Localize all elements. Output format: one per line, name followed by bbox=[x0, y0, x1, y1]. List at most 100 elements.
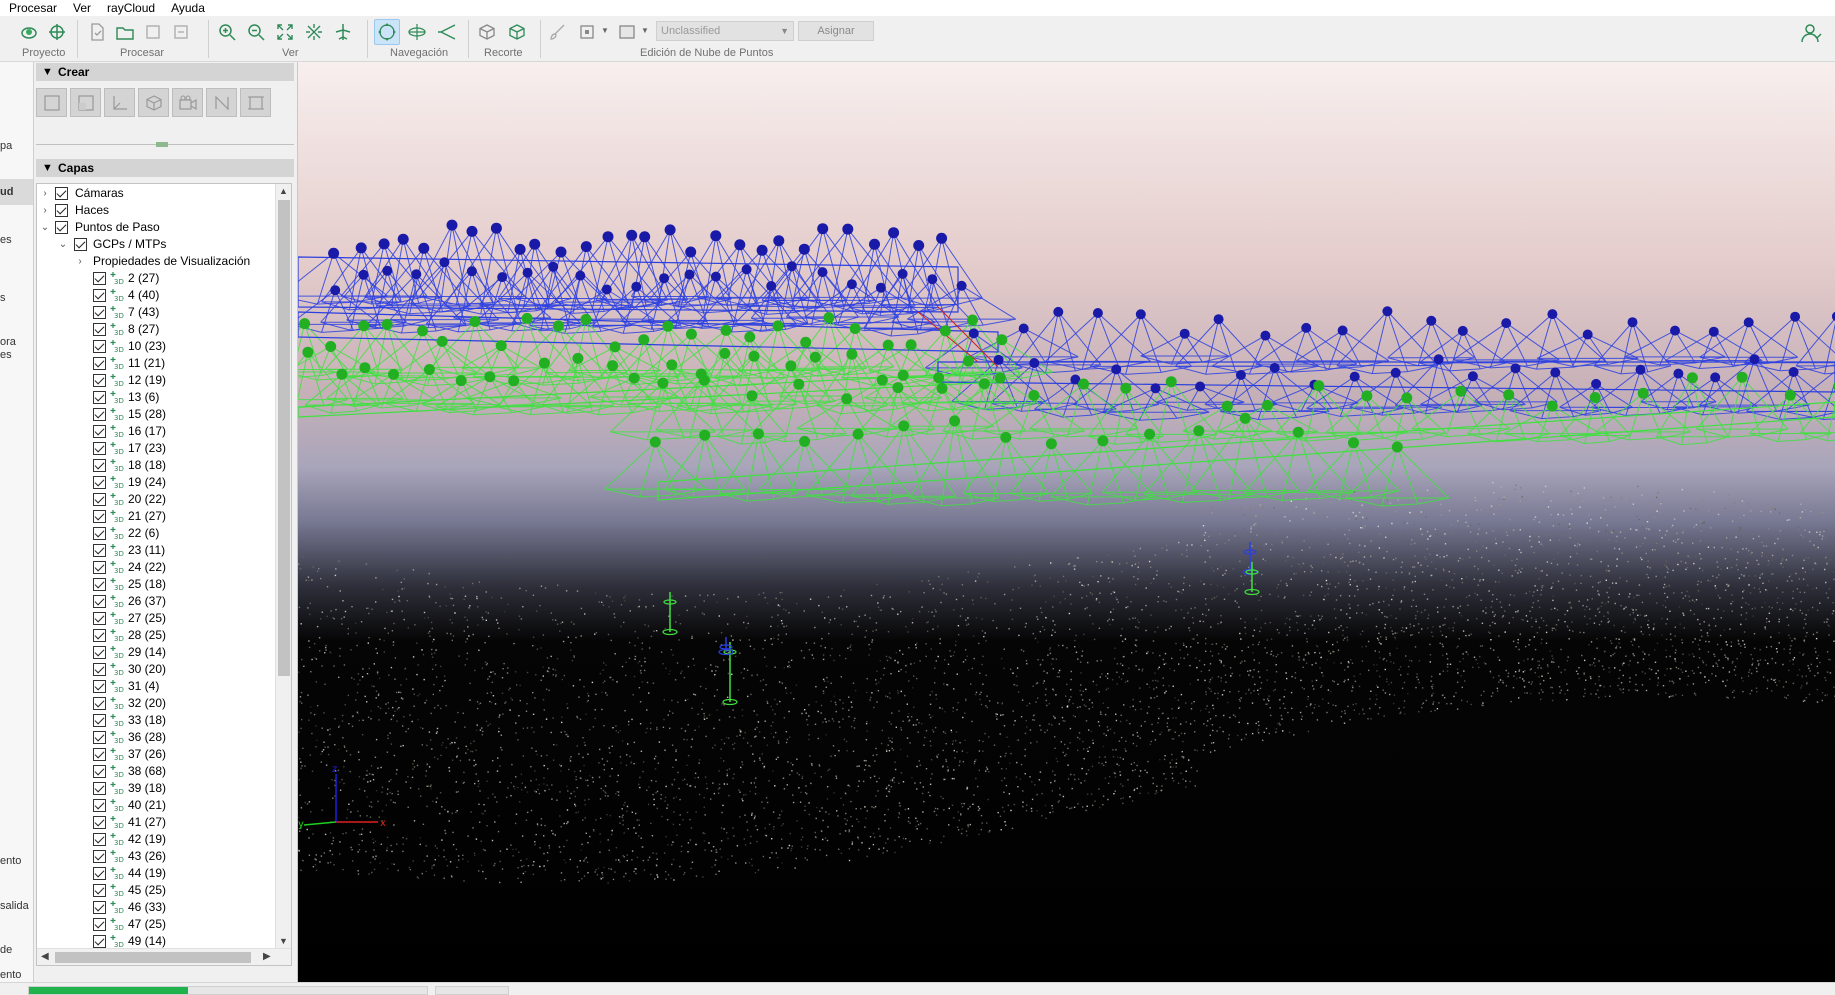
tree-item-gcp[interactable]: 3D 36 (28) bbox=[37, 729, 275, 746]
menu-ayuda[interactable]: Ayuda bbox=[163, 1, 213, 15]
layer-checkbox[interactable] bbox=[55, 221, 68, 234]
sidebar-item[interactable]: pa bbox=[0, 140, 12, 152]
tree-item-gcp[interactable]: 3D 17 (23) bbox=[37, 440, 275, 457]
tree-item-gcp[interactable]: 3D 19 (24) bbox=[37, 474, 275, 491]
tree-item-gcp[interactable]: 3D 42 (19) bbox=[37, 831, 275, 848]
tree-item-gcp[interactable]: 3D 2 (27) bbox=[37, 270, 275, 287]
raycloud-3d-view[interactable]: x z y bbox=[298, 62, 1835, 982]
sidebar-item-raycloud[interactable]: ud bbox=[0, 179, 33, 205]
new-region-button[interactable] bbox=[240, 88, 271, 117]
splitter-handle[interactable] bbox=[156, 142, 168, 147]
fly-button[interactable] bbox=[330, 19, 356, 45]
tree-item-gcp[interactable]: 3D 39 (18) bbox=[37, 780, 275, 797]
tree-item-gcp[interactable]: 3D 25 (18) bbox=[37, 576, 275, 593]
layer-checkbox[interactable] bbox=[93, 629, 106, 642]
sidebar-item[interactable]: salida bbox=[0, 900, 29, 912]
tree-item-gcp[interactable]: 3D 10 (23) bbox=[37, 338, 275, 355]
scroll-left-icon[interactable]: ◀ bbox=[41, 951, 49, 962]
tree-item-gcp[interactable]: 3D 27 (25) bbox=[37, 610, 275, 627]
tree-item-gcp[interactable]: 3D 22 (6) bbox=[37, 525, 275, 542]
tree-item-gcp[interactable]: 3D 11 (21) bbox=[37, 355, 275, 372]
edit-select-button[interactable] bbox=[574, 19, 600, 45]
tree-item-gcp[interactable]: 3D 23 (11) bbox=[37, 542, 275, 559]
new-surface-button[interactable] bbox=[70, 88, 101, 117]
layer-checkbox[interactable] bbox=[93, 765, 106, 778]
layer-checkbox[interactable] bbox=[93, 323, 106, 336]
camera-db-button[interactable] bbox=[16, 19, 42, 45]
layer-checkbox[interactable] bbox=[55, 187, 68, 200]
new-video-button[interactable] bbox=[172, 88, 203, 117]
tree-item-gcp[interactable]: 3D 21 (27) bbox=[37, 508, 275, 525]
menu-procesar[interactable]: Procesar bbox=[0, 1, 65, 15]
tree-item-gcp[interactable]: 3D 15 (28) bbox=[37, 406, 275, 423]
tree-item-gcp[interactable]: 3D 31 (4) bbox=[37, 678, 275, 695]
chevron-down-icon[interactable]: ▼ bbox=[641, 26, 649, 35]
tree-item-gcp-group[interactable]: ⌄ GCPs / MTPs bbox=[37, 236, 275, 253]
sidebar-item[interactable]: ora bbox=[0, 336, 16, 348]
tree-item-gcp[interactable]: 3D 16 (17) bbox=[37, 423, 275, 440]
user-account-button[interactable] bbox=[1800, 22, 1822, 44]
tree-item-gcp[interactable]: 3D 37 (26) bbox=[37, 746, 275, 763]
layer-checkbox[interactable] bbox=[93, 272, 106, 285]
zoom-in-button[interactable] bbox=[214, 19, 240, 45]
class-combo[interactable]: Unclassified ▼ bbox=[656, 21, 794, 41]
new-polyline-button[interactable] bbox=[36, 88, 67, 117]
layer-checkbox[interactable] bbox=[93, 408, 106, 421]
edit-rect-button[interactable] bbox=[614, 19, 640, 45]
expand-arrow-icon[interactable]: ⌄ bbox=[40, 219, 50, 236]
edit-brush-button[interactable] bbox=[544, 19, 570, 45]
tree-item-gcp[interactable]: 3D 47 (25) bbox=[37, 916, 275, 933]
create-panel-header[interactable]: ▼ Crear bbox=[36, 63, 294, 81]
new-measurement-button[interactable] bbox=[104, 88, 135, 117]
layer-checkbox[interactable] bbox=[93, 357, 106, 370]
zoom-out-button[interactable] bbox=[243, 19, 269, 45]
tree-item-gcp[interactable]: 3D 8 (27) bbox=[37, 321, 275, 338]
tree-item-gcp[interactable]: 3D 38 (68) bbox=[37, 763, 275, 780]
tree-item-gcp[interactable]: 3D 44 (19) bbox=[37, 865, 275, 882]
expand-arrow-icon[interactable]: › bbox=[75, 253, 85, 270]
tree-item-gcp[interactable]: 3D 24 (22) bbox=[37, 559, 275, 576]
trackball-nav-button[interactable] bbox=[374, 19, 400, 45]
layer-checkbox[interactable] bbox=[93, 680, 106, 693]
expand-arrow-icon[interactable]: › bbox=[40, 202, 50, 219]
sidebar-item[interactable]: de bbox=[0, 944, 12, 956]
sidebar-item[interactable]: s bbox=[0, 292, 6, 304]
tree-item-gcp[interactable]: 3D 45 (25) bbox=[37, 882, 275, 899]
tree-item-gcp[interactable]: 3D 18 (18) bbox=[37, 457, 275, 474]
layer-checkbox[interactable] bbox=[93, 340, 106, 353]
chevron-down-icon[interactable]: ▼ bbox=[601, 26, 609, 35]
layer-checkbox[interactable] bbox=[93, 884, 106, 897]
tree-item-cameras[interactable]: › Cámaras bbox=[37, 185, 275, 202]
layer-checkbox[interactable] bbox=[93, 527, 106, 540]
layer-checkbox[interactable] bbox=[93, 289, 106, 302]
new-line-button[interactable] bbox=[206, 88, 237, 117]
process-folder-button[interactable] bbox=[112, 19, 138, 45]
process-options-button[interactable] bbox=[168, 19, 194, 45]
layer-checkbox[interactable] bbox=[93, 697, 106, 710]
layer-checkbox[interactable] bbox=[55, 204, 68, 217]
process-reopt-button[interactable] bbox=[140, 19, 166, 45]
tree-item-rays[interactable]: › Haces bbox=[37, 202, 275, 219]
layer-checkbox[interactable] bbox=[93, 918, 106, 931]
assign-button[interactable]: Asignar bbox=[798, 21, 874, 41]
layer-checkbox[interactable] bbox=[93, 493, 106, 506]
tree-item-display-properties[interactable]: › Propiedades de Visualización bbox=[37, 253, 275, 270]
camera-view-nav-button[interactable] bbox=[434, 19, 460, 45]
tree-item-gcp[interactable]: 3D 30 (20) bbox=[37, 661, 275, 678]
layer-checkbox[interactable] bbox=[93, 425, 106, 438]
layer-checkbox[interactable] bbox=[93, 799, 106, 812]
tree-item-gcp[interactable]: 3D 12 (19) bbox=[37, 372, 275, 389]
tree-item-gcp[interactable]: 3D 4 (40) bbox=[37, 287, 275, 304]
layer-checkbox[interactable] bbox=[93, 544, 106, 557]
tree-item-gcp[interactable]: 3D 41 (27) bbox=[37, 814, 275, 831]
layer-checkbox[interactable] bbox=[93, 391, 106, 404]
tree-item-gcp[interactable]: 3D 13 (6) bbox=[37, 389, 275, 406]
sidebar-item[interactable]: es bbox=[0, 349, 12, 361]
expand-arrow-icon[interactable]: › bbox=[40, 185, 50, 202]
scroll-thumb[interactable] bbox=[278, 200, 290, 676]
tree-item-gcp[interactable]: 3D 43 (26) bbox=[37, 848, 275, 865]
layer-checkbox[interactable] bbox=[93, 663, 106, 676]
first-person-nav-button[interactable] bbox=[404, 19, 430, 45]
layer-checkbox[interactable] bbox=[93, 714, 106, 727]
layer-checkbox[interactable] bbox=[93, 935, 106, 948]
